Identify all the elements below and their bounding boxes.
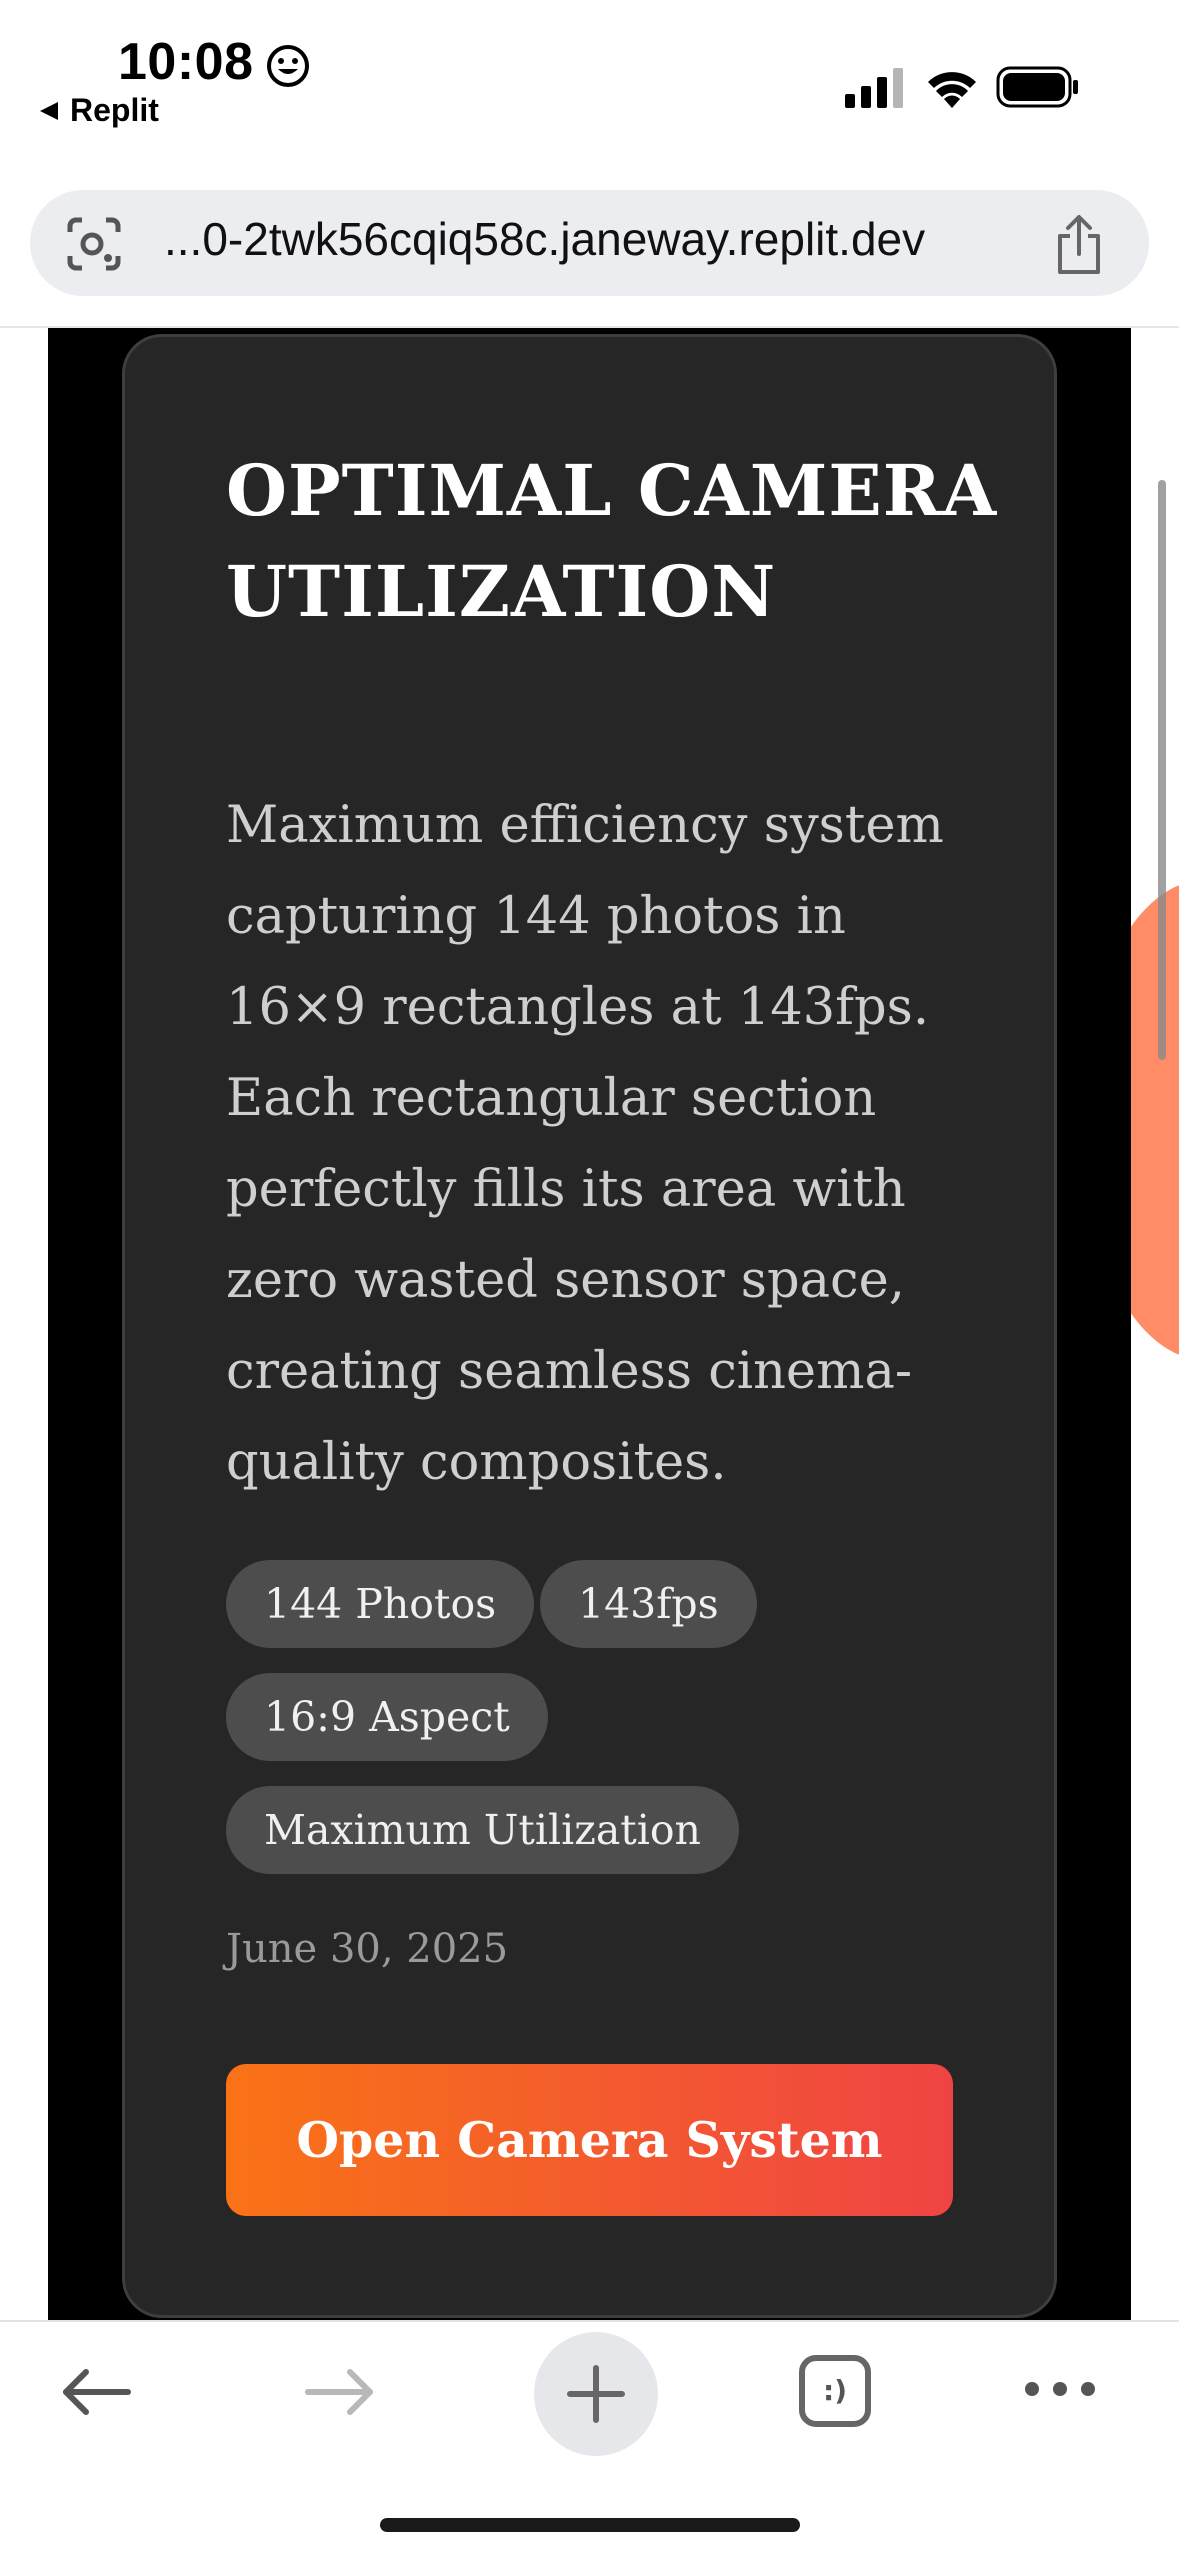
more-icon[interactable]: [1022, 2374, 1098, 2404]
cellular-signal-icon: [845, 68, 903, 108]
back-app-label: Replit: [70, 92, 159, 128]
wifi-icon: [928, 72, 976, 108]
tag-fps: 143fps: [540, 1560, 757, 1648]
back-triangle-icon: [40, 102, 58, 120]
tag-photos: 144 Photos: [226, 1560, 535, 1648]
status-time: 10:08: [118, 33, 254, 91]
plus-icon: [567, 2365, 625, 2423]
status-bar: 10:08 Replit: [0, 0, 1179, 170]
card-date: June 30, 2025: [226, 1926, 509, 1972]
new-tab-button[interactable]: [534, 2332, 658, 2456]
battery-icon: [996, 66, 1078, 108]
open-camera-system-button[interactable]: Open Camera System: [226, 2064, 953, 2216]
browser-screen: 10:08 Replit ...0-2twk56cqiq58c.janeway.…: [0, 0, 1179, 2556]
tag-aspect: 16:9 Aspect: [226, 1673, 548, 1761]
smiley-face-icon: [267, 45, 309, 87]
tag-utilization: Maximum Utilization: [226, 1786, 739, 1874]
back-arrow-icon[interactable]: [56, 2352, 136, 2432]
tabs-glyph: :): [823, 2374, 847, 2407]
url-text[interactable]: ...0-2twk56cqiq58c.janeway.replit.dev: [164, 212, 1044, 266]
home-indicator: [380, 2518, 800, 2532]
toolbar-divider: [0, 2320, 1179, 2322]
card-title: OPTIMAL CAMERA UTILIZATION: [226, 449, 998, 633]
card-description: Maximum efficiency system capturing 144 …: [226, 796, 944, 1492]
scrollbar[interactable]: [1158, 480, 1166, 1060]
visual-search-lens-icon[interactable]: [64, 214, 124, 274]
share-icon[interactable]: [1052, 214, 1106, 276]
tabs-button[interactable]: :): [798, 2354, 872, 2428]
forward-arrow-icon[interactable]: [300, 2352, 380, 2432]
